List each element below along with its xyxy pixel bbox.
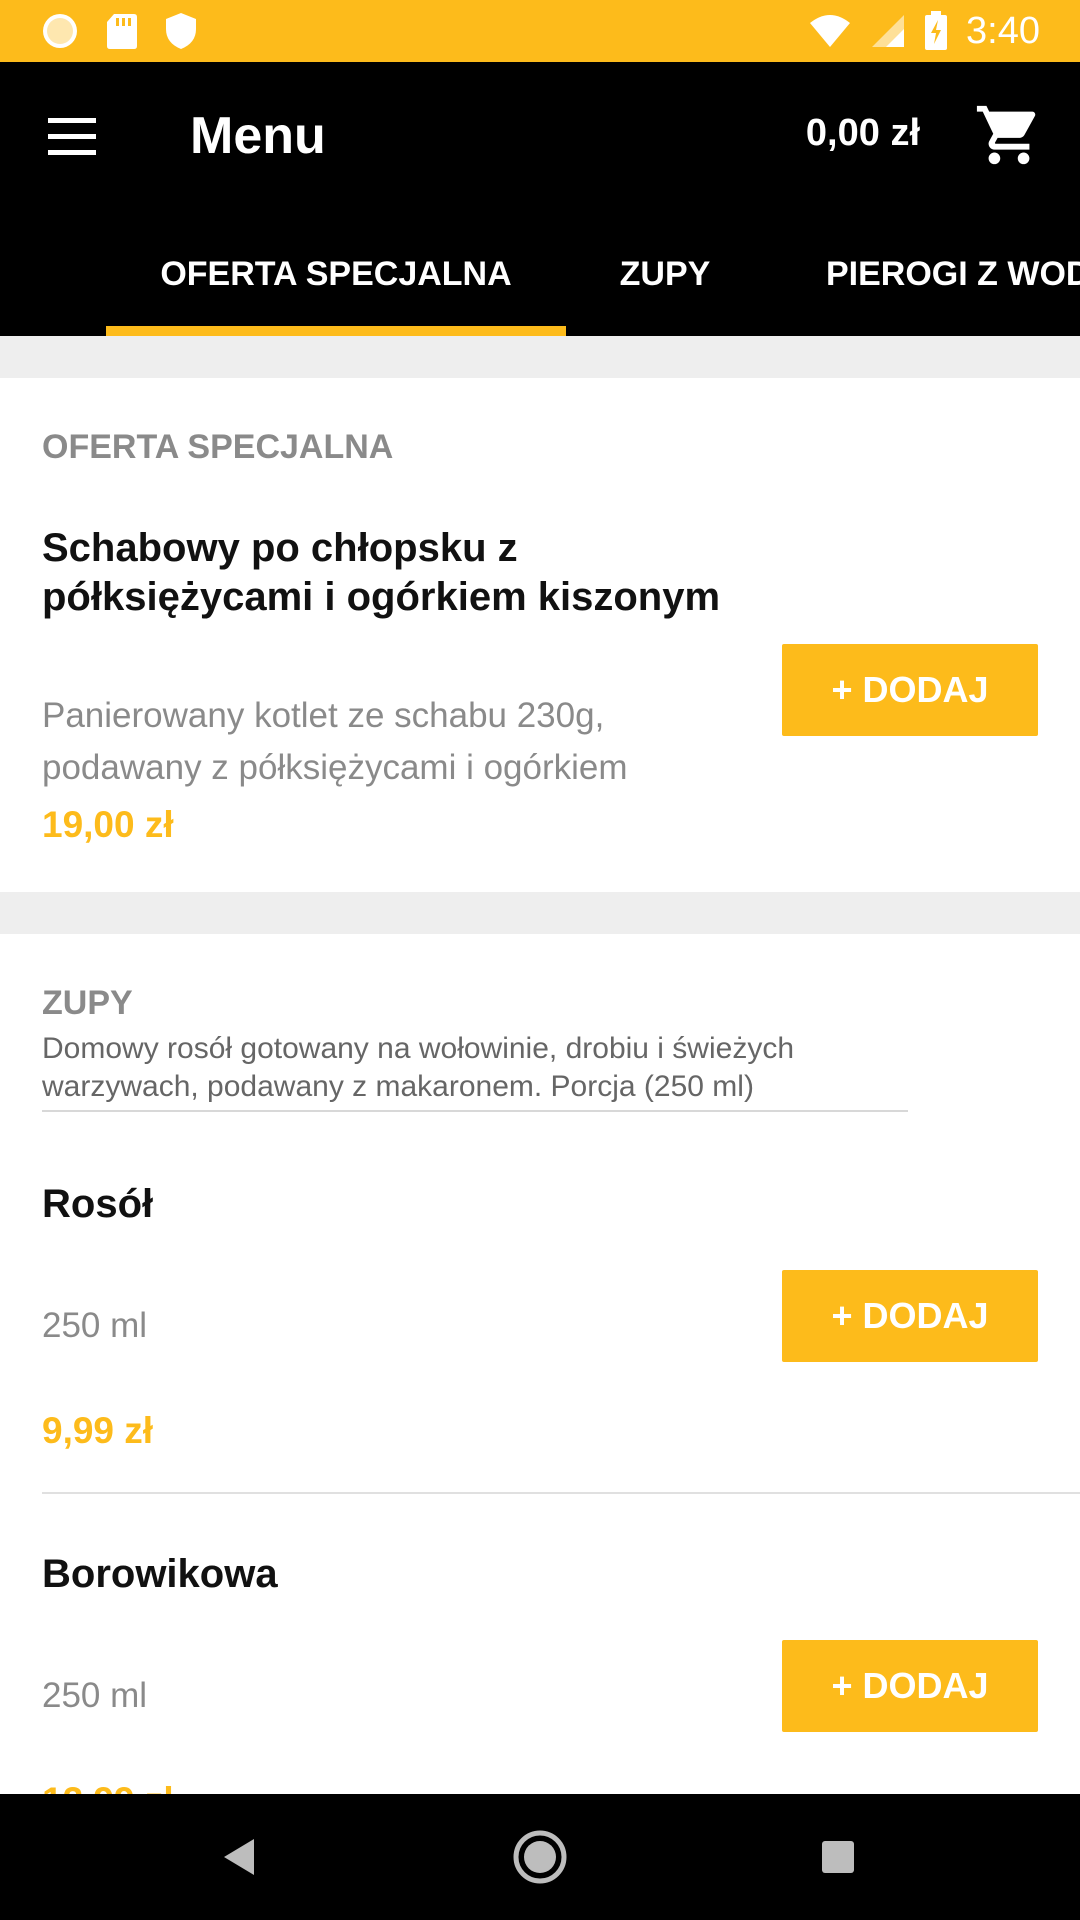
tab-oferta-specjalna[interactable]: OFERTA SPECJALNA [106,212,566,336]
section-description: Domowy rosół gotowany na wołowinie, drob… [42,1030,908,1112]
status-bar: 3:40 [0,0,1080,62]
wifi-icon [808,13,852,49]
home-icon[interactable] [510,1827,570,1887]
item-size: 250 ml [42,1676,148,1715]
status-time: 3:40 [966,9,1040,52]
section-description-line: Domowy rosół gotowany na wołowinie, drob… [42,1032,795,1065]
sd-card-icon [106,12,138,50]
section-description-line: warzywach, podawany z makaronem. Porcja … [42,1070,754,1103]
menu-content[interactable]: OFERTA SPECJALNA Schabowy po chłopsku z … [0,336,1080,1794]
hamburger-icon[interactable] [44,112,100,162]
cart-total[interactable]: 0,00 zł [806,112,920,155]
item-price: 9,99 zł [42,1410,154,1451]
row-divider [42,1492,1080,1494]
section-title: ZUPY [42,984,133,1022]
battery-charging-icon [924,11,948,51]
signal-icon [870,13,906,49]
item-name: Schabowy po chłopsku z półksiężycami i o… [42,524,720,622]
section-title: OFERTA SPECJALNA [42,428,394,466]
item-name: Borowikowa [42,1552,278,1596]
cart-icon[interactable] [974,100,1044,170]
add-button[interactable]: + DODAJ [782,644,1038,736]
item-description-line: podawany z półksiężycami i ogórkiem [42,748,628,787]
item-name-line: półksiężycami i ogórkiem kiszonym [42,575,721,619]
section-zupy: ZUPY Domowy rosół gotowany na wołowinie,… [0,934,1080,1794]
system-nav-bar [0,1794,1080,1920]
category-tabs: OFERTA SPECJALNA ZUPY PIEROGI Z WODY [0,212,1080,336]
item-price: 19,00 zł [42,804,174,845]
item-name: Rosół [42,1182,154,1226]
item-name-line: Schabowy po chłopsku z [42,526,518,570]
item-description: Panierowany kotlet ze schabu 230g, podaw… [42,690,628,794]
add-button[interactable]: + DODAJ [782,1640,1038,1732]
item-size: 250 ml [42,1306,148,1345]
page-title: Menu [190,107,326,165]
status-icons-right: 3:40 [808,10,1040,53]
app-bar: Menu 0,00 zł [0,62,1080,212]
back-icon[interactable] [210,1827,270,1887]
section-oferta-specjalna: OFERTA SPECJALNA Schabowy po chłopsku z … [0,378,1080,892]
item-price: 12,99 zł [42,1780,174,1794]
tab-pierogi-z-wody[interactable]: PIEROGI Z WODY [826,212,1080,336]
active-tab-indicator [106,326,566,336]
status-icons-left [40,11,198,51]
tab-zupy[interactable]: ZUPY [590,212,740,336]
app-screen: 3:40 Menu 0,00 zł OFERTA SPECJALNA ZUPY … [0,0,1080,1920]
shield-icon [164,11,198,51]
add-button[interactable]: + DODAJ [782,1270,1038,1362]
recent-apps-icon[interactable] [808,1827,868,1887]
sun-icon [40,11,80,51]
item-description-line: Panierowany kotlet ze schabu 230g, [42,696,605,735]
